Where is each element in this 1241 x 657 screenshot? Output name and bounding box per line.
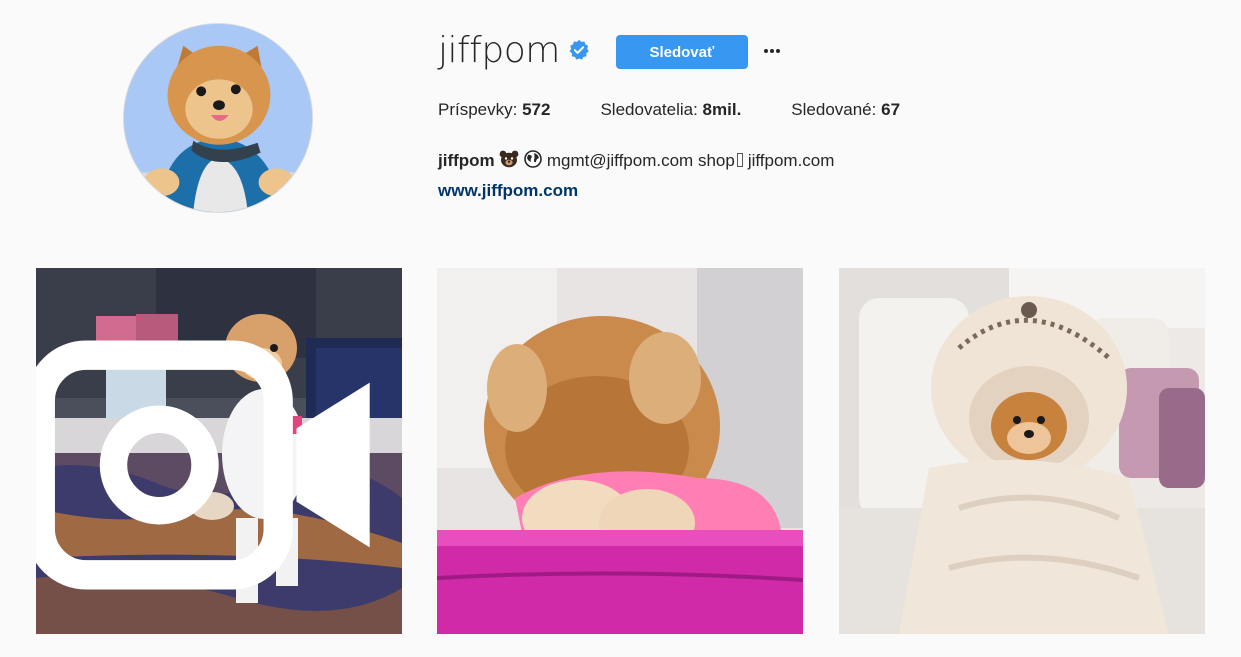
profile-username: jiffpom bbox=[438, 29, 560, 71]
dot-icon bbox=[763, 49, 768, 53]
globe-icon bbox=[524, 150, 542, 173]
more-options-button[interactable] bbox=[762, 41, 782, 61]
post-thumbnail[interactable] bbox=[437, 268, 803, 634]
avatar-image bbox=[124, 24, 312, 212]
post-thumbnail[interactable] bbox=[36, 268, 402, 634]
followers-label: Sledovatelia: bbox=[600, 100, 698, 119]
dot-icon bbox=[775, 49, 780, 53]
video-camera-icon bbox=[36, 340, 370, 590]
posts-value: 572 bbox=[522, 100, 551, 119]
followers-value: 8mil. bbox=[702, 100, 742, 119]
bio-name: jiffpom bbox=[438, 151, 495, 170]
posts-count: Príspevky: 572 bbox=[438, 100, 550, 120]
following-label: Sledované: bbox=[791, 100, 877, 119]
profile-header: jiffpom Sledovať bbox=[438, 28, 782, 72]
bio-shop-text: jiffpom.com bbox=[747, 151, 835, 170]
following-value: 67 bbox=[881, 100, 901, 119]
dot-icon bbox=[769, 49, 774, 53]
profile-avatar[interactable] bbox=[123, 23, 313, 213]
post-thumbnail[interactable] bbox=[839, 268, 1205, 634]
bear-face-icon bbox=[499, 150, 519, 173]
follow-button[interactable]: Sledovať bbox=[615, 35, 748, 69]
verified-badge-icon bbox=[568, 39, 590, 61]
bio-website-link[interactable]: www.jiffpom.com bbox=[438, 181, 578, 201]
followers-count[interactable]: Sledovatelia: 8mil. bbox=[600, 100, 741, 120]
profile-page: jiffpom Sledovať Príspevky: 572 Sledovat… bbox=[0, 0, 1241, 657]
following-count[interactable]: Sledované: 67 bbox=[791, 100, 900, 120]
bio-text: mgmt@jiffpom.com shop bbox=[546, 151, 735, 170]
profile-stats: Príspevky: 572 Sledovatelia: 8mil. Sledo… bbox=[438, 100, 950, 120]
posts-label: Príspevky: bbox=[438, 100, 518, 119]
box-glyph bbox=[736, 153, 743, 167]
post-image-dog-hiding-face bbox=[437, 268, 803, 634]
profile-bio: jiffpom mgmt@jiffpom.com shop jiffpom.com bbox=[438, 150, 834, 173]
post-image-dog-in-hedgehog-robe bbox=[839, 268, 1205, 634]
